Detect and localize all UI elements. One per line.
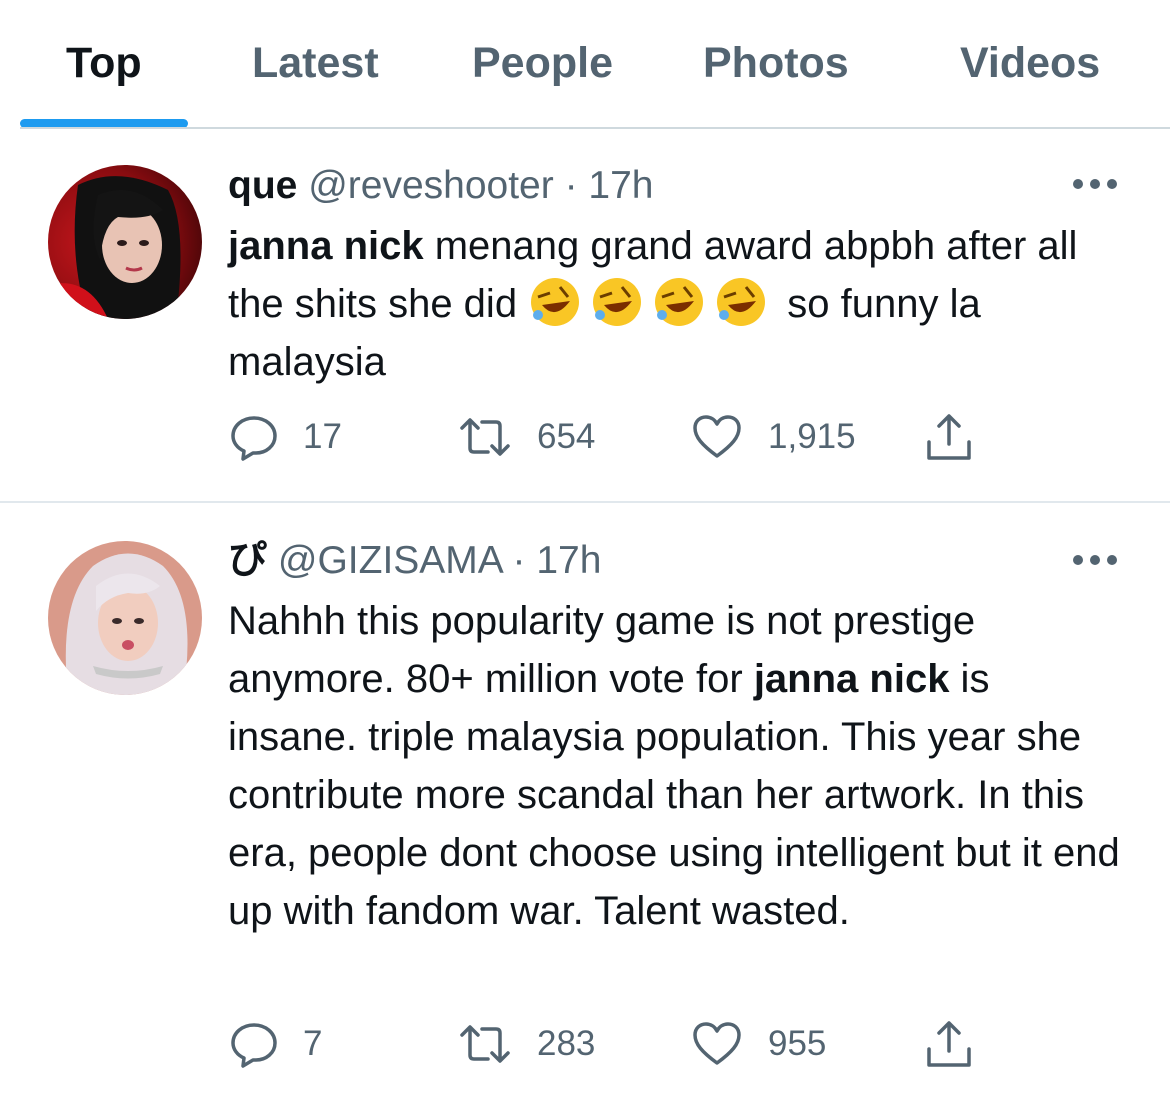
tab-people[interactable]: People: [472, 38, 613, 88]
tweet-divider: [0, 501, 1170, 503]
avatar[interactable]: [48, 165, 202, 319]
retweet-icon[interactable]: [460, 412, 510, 462]
tab-top[interactable]: Top: [66, 38, 142, 88]
reply-icon[interactable]: [229, 1019, 279, 1069]
share-icon[interactable]: [924, 1019, 974, 1069]
timestamp[interactable]: 17h: [588, 164, 653, 207]
avatar[interactable]: [48, 541, 202, 695]
tweet-header: ぴ @GIZISAMA · 17h: [228, 537, 601, 585]
timestamp[interactable]: 17h: [536, 539, 601, 582]
tab-photos[interactable]: Photos: [703, 38, 849, 88]
retweet-icon[interactable]: [460, 1019, 510, 1069]
tweet-text: Nahhh this popularity game is not presti…: [228, 592, 1128, 940]
display-name[interactable]: que: [228, 164, 297, 207]
laughing-emoji-icon: [652, 278, 714, 326]
tweet-actions: 17 654 1,915: [0, 412, 1170, 472]
more-options-icon[interactable]: [1072, 177, 1118, 189]
tab-latest[interactable]: Latest: [252, 38, 379, 88]
like-icon[interactable]: [692, 412, 742, 462]
tweet-text: janna nick menang grand award abpbh afte…: [228, 217, 1128, 391]
handle[interactable]: @reveshooter: [308, 164, 554, 207]
laughing-emoji-icon: [590, 278, 652, 326]
tweet[interactable]: ぴ @GIZISAMA · 17h Nahhh this popularity …: [0, 504, 1170, 1108]
highlighted-term: janna nick: [228, 224, 424, 268]
tweet[interactable]: que @reveshooter · 17h janna nick menang…: [0, 129, 1170, 503]
reply-icon[interactable]: [229, 412, 279, 462]
like-count: 955: [768, 1024, 827, 1063]
handle[interactable]: @GIZISAMA: [278, 539, 502, 582]
laughing-emoji-icon: [714, 278, 776, 326]
share-icon[interactable]: [924, 412, 974, 462]
retweet-count: 283: [537, 1024, 596, 1063]
separator: ·: [512, 539, 526, 582]
more-options-icon[interactable]: [1072, 553, 1118, 565]
tweet-actions: 7 283 955: [0, 1019, 1170, 1079]
tweet-header: que @reveshooter · 17h: [228, 162, 654, 210]
like-count: 1,915: [768, 417, 856, 456]
reply-count: 7: [303, 1024, 323, 1063]
reply-count: 17: [303, 417, 342, 456]
display-name[interactable]: ぴ: [228, 539, 267, 582]
like-icon[interactable]: [692, 1019, 742, 1069]
laughing-emoji-icon: [528, 278, 590, 326]
search-tabs: Top Latest People Photos Videos: [0, 0, 1170, 129]
tab-videos[interactable]: Videos: [960, 38, 1100, 88]
highlighted-term: janna nick: [753, 657, 950, 701]
separator: ·: [564, 164, 578, 207]
retweet-count: 654: [537, 417, 596, 456]
